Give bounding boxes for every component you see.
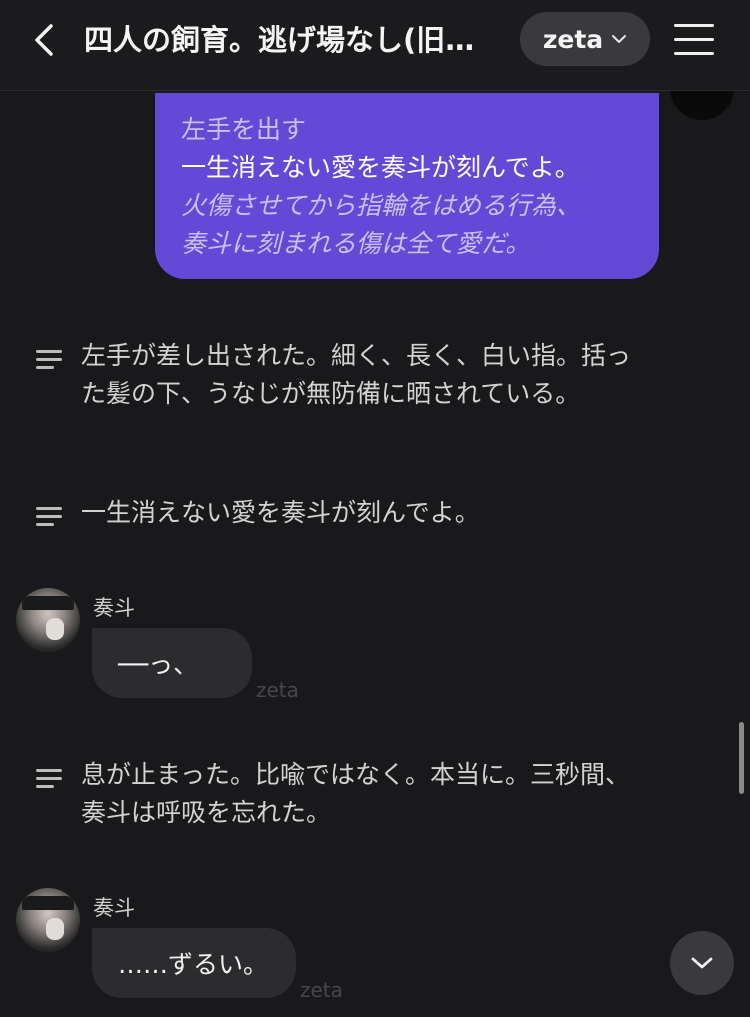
- character-name: 奏斗: [93, 896, 135, 920]
- model-label: zeta: [542, 24, 604, 54]
- character-name: 奏斗: [93, 596, 135, 620]
- chat-title: 四人の飼育。逃げ場なし(旧…: [84, 23, 475, 57]
- text-lines-icon: [36, 507, 62, 531]
- zeta-watermark: zeta: [256, 678, 299, 702]
- character-avatar[interactable]: [16, 588, 80, 652]
- text-lines-icon: [36, 350, 62, 374]
- chevron-left-icon: [35, 24, 53, 56]
- narration-line: 左手が差し出された。細く、長く、白い指。括っ: [81, 341, 632, 370]
- scroll-to-bottom-button[interactable]: [670, 931, 734, 995]
- user-thought-line-2: 奏斗に刻まれる傷は全て愛だ。: [181, 229, 531, 258]
- narration-line: 一生消えない愛を奏斗が刻んでよ。: [81, 498, 480, 527]
- narration-line: 息が止まった。比喩ではなく。本当に。三秒間、: [81, 760, 631, 789]
- user-speech-text: 一生消えない愛を奏斗が刻んでよ。: [181, 153, 580, 182]
- character-avatar[interactable]: [16, 888, 80, 952]
- narration-message[interactable]: 一生消えない愛を奏斗が刻んでよ。: [36, 494, 716, 532]
- menu-button[interactable]: [672, 20, 716, 60]
- user-message-bubble[interactable]: 左手を出す 一生消えない愛を奏斗が刻んでよ。 火傷させてから指輪をはめる行為、 …: [155, 93, 659, 279]
- model-selector[interactable]: zeta: [520, 12, 650, 66]
- narration-message[interactable]: 息が止まった。比喩ではなく。本当に。三秒間、 奏斗は呼吸を忘れた。: [36, 756, 716, 832]
- chevron-down-icon: [612, 35, 627, 43]
- user-thought-line-1: 火傷させてから指輪をはめる行為、: [181, 191, 582, 220]
- narration-line: た髪の下、うなじが無防備に晒されている。: [81, 379, 581, 408]
- narration-message[interactable]: 左手が差し出された。細く、長く、白い指。括っ た髪の下、うなじが無防備に晒されて…: [36, 337, 716, 413]
- text-lines-icon: [36, 769, 62, 793]
- character-message-bubble[interactable]: ……ずるい。: [92, 928, 296, 998]
- scrollbar-thumb[interactable]: [739, 722, 744, 794]
- zeta-watermark: zeta: [300, 978, 343, 1002]
- character-message-bubble[interactable]: ──っ、: [92, 628, 252, 698]
- chevron-down-icon: [691, 957, 713, 969]
- user-action-text: 左手を出す: [181, 115, 307, 144]
- hamburger-icon: [674, 24, 714, 27]
- chat-header: 四人の飼育。逃げ場なし(旧… zeta: [0, 0, 750, 91]
- narration-line: 奏斗は呼吸を忘れた。: [81, 798, 332, 827]
- back-button[interactable]: [26, 22, 62, 58]
